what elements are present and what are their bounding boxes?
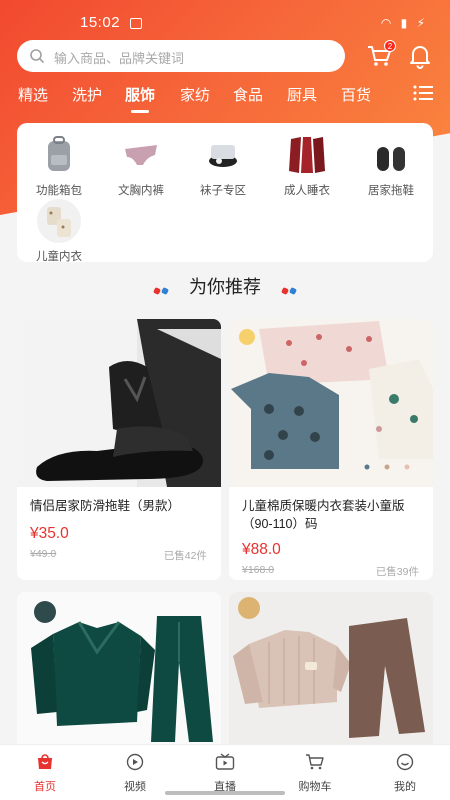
subcategory-item[interactable]: 文胸内裤 bbox=[101, 131, 181, 198]
status-time: 15:02 bbox=[80, 14, 121, 31]
tab-label: 我的 bbox=[394, 781, 416, 793]
product-price: ¥88.0 bbox=[242, 541, 281, 558]
product-original-price: ¥49.0 bbox=[30, 548, 57, 560]
menu-list-icon[interactable] bbox=[413, 85, 433, 101]
product-sold-count: 已售42件 bbox=[163, 550, 207, 562]
shopping-cart-icon bbox=[306, 754, 324, 770]
recommend-heading: 为你推荐 bbox=[0, 273, 450, 299]
product-card[interactable]: 儿童棉质保暖内衣套装小童版（90-110）码 ¥88.0 ¥168.0 已售39… bbox=[229, 319, 433, 580]
profile-smile-icon bbox=[396, 753, 414, 771]
video-play-icon bbox=[126, 753, 144, 771]
search-placeholder: 输入商品、品牌关键词 bbox=[54, 51, 185, 66]
subcategory-label: 袜子专区 bbox=[200, 185, 246, 197]
tab-video[interactable]: 视频 bbox=[105, 753, 165, 794]
socks-icon bbox=[199, 131, 247, 179]
tab-label: 购物车 bbox=[298, 781, 332, 793]
tab-category-3[interactable]: 家纺 bbox=[180, 84, 210, 105]
subcategory-label: 文胸内裤 bbox=[118, 185, 164, 197]
recommend-title: 为你推荐 bbox=[189, 277, 261, 297]
pajamas-icon bbox=[283, 131, 331, 179]
product-card[interactable] bbox=[229, 592, 433, 762]
subcategory-item[interactable]: 成人睡衣 bbox=[267, 131, 347, 198]
product-image-kids-thermal-set bbox=[229, 319, 433, 487]
subcategory-label: 居家拖鞋 bbox=[368, 185, 414, 197]
product-image-slippers bbox=[17, 319, 221, 487]
tab-category-1[interactable]: 洗护 bbox=[72, 84, 102, 105]
product-name: 儿童棉质保暖内衣套装小童版（90-110）码 bbox=[242, 499, 405, 531]
search-bar[interactable]: 输入商品、品牌关键词 bbox=[17, 40, 345, 72]
bell-icon[interactable] bbox=[407, 43, 433, 69]
product-price: ¥35.0 bbox=[30, 525, 69, 542]
tab-category-6[interactable]: 百货 bbox=[341, 84, 371, 105]
underwear-icon bbox=[117, 131, 165, 179]
product-sold-count: 已售39件 bbox=[375, 566, 419, 578]
subcategory-label: 成人睡衣 bbox=[284, 185, 330, 197]
backpack-icon bbox=[35, 131, 83, 179]
tab-live[interactable]: 直播 bbox=[195, 753, 255, 794]
subcategory-label: 儿童内衣 bbox=[36, 251, 82, 263]
product-card[interactable]: 情侣居家防滑拖鞋（男款） ¥35.0 ¥49.0 已售42件 bbox=[17, 319, 221, 580]
slippers-icon bbox=[367, 131, 415, 179]
tab-cart[interactable]: 购物车 bbox=[285, 753, 345, 794]
tab-label: 首页 bbox=[34, 781, 56, 793]
home-bag-icon bbox=[38, 754, 52, 769]
subcategory-item[interactable]: 居家拖鞋 bbox=[351, 131, 431, 198]
tab-category-0[interactable]: 精选 bbox=[18, 84, 48, 105]
product-name: 情侣居家防滑拖鞋（男款） bbox=[30, 499, 181, 513]
product-card[interactable] bbox=[17, 592, 221, 762]
home-indicator bbox=[165, 791, 285, 795]
tab-profile[interactable]: 我的 bbox=[375, 753, 435, 794]
live-tv-icon bbox=[215, 753, 235, 770]
search-icon bbox=[30, 49, 44, 63]
subcategory-item[interactable]: 功能箱包 bbox=[19, 131, 99, 198]
tab-category-5[interactable]: 厨具 bbox=[287, 84, 317, 105]
product-image-kids-brown-set bbox=[229, 592, 433, 752]
tab-category-4[interactable]: 食品 bbox=[233, 84, 263, 105]
subcategory-label: 功能箱包 bbox=[36, 185, 82, 197]
message-notification-icon bbox=[130, 18, 142, 29]
kids-underwear-icon bbox=[35, 197, 83, 245]
product-image-green-silk-pajamas bbox=[17, 592, 221, 752]
tab-label: 视频 bbox=[124, 781, 146, 793]
subcategory-item[interactable]: 袜子专区 bbox=[183, 131, 263, 198]
cart-button[interactable]: 2 bbox=[366, 40, 396, 68]
tab-category-2[interactable]: 服饰 bbox=[125, 84, 155, 113]
decor-dots-right bbox=[281, 281, 297, 299]
cart-count-badge: 2 bbox=[384, 40, 396, 52]
product-original-price: ¥168.0 bbox=[242, 564, 275, 576]
decor-dots-left bbox=[153, 281, 169, 299]
subcategory-item[interactable]: 儿童内衣 bbox=[19, 197, 99, 264]
tab-home[interactable]: 首页 bbox=[15, 753, 75, 794]
status-bar: 15:02 ◠ ▮ ⚡ bbox=[0, 0, 450, 38]
signal-battery-icons: ◠ ▮ ⚡ bbox=[380, 16, 428, 30]
category-tabs: 精选 洗护 服饰 家纺 食品 厨具 百货 bbox=[0, 84, 450, 113]
subcategory-panel: 功能箱包 文胸内裤 袜子专区 成人睡衣 居家拖鞋 儿童内衣 bbox=[17, 123, 433, 264]
